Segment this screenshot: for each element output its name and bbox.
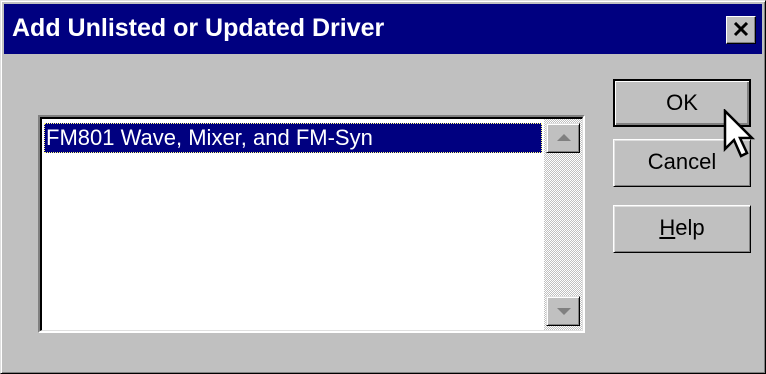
mouse-pointer-icon	[723, 109, 756, 158]
arrow-up-icon	[557, 134, 571, 141]
help-mnemonic: H	[659, 215, 676, 240]
list-item-driver[interactable]: FM801 Wave, Mixer, and FM-Syn	[44, 123, 542, 153]
scroll-down-button[interactable]	[546, 296, 580, 326]
dialog-window: Add Unlisted or Updated Driver FM801 Wav…	[0, 0, 766, 374]
window-title: Add Unlisted or Updated Driver	[12, 14, 385, 42]
vertical-scrollbar[interactable]	[544, 119, 582, 330]
arrow-down-icon	[557, 308, 571, 315]
driver-listbox[interactable]: FM801 Wave, Mixer, and FM-Syn	[38, 115, 585, 333]
close-button[interactable]	[726, 16, 756, 44]
scroll-up-button[interactable]	[546, 123, 580, 153]
title-bar[interactable]: Add Unlisted or Updated Driver	[4, 4, 762, 54]
close-icon	[733, 22, 749, 37]
help-button[interactable]: Help	[613, 205, 751, 253]
help-label-rest: elp	[675, 215, 705, 240]
